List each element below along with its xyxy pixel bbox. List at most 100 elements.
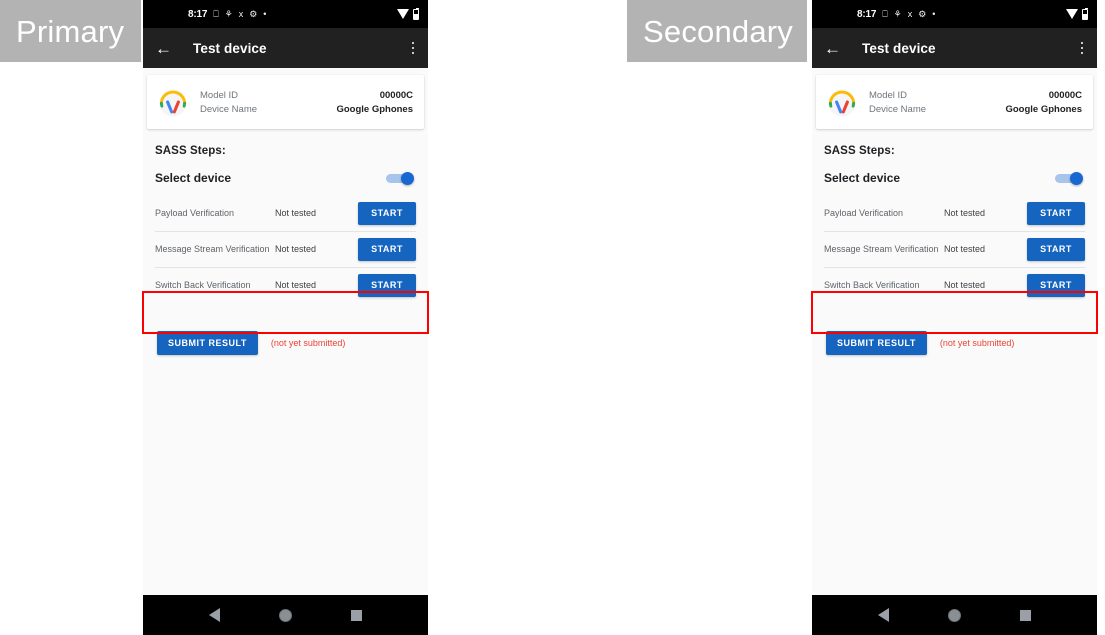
android-nav-bar bbox=[143, 595, 428, 635]
status-bar-right bbox=[397, 7, 419, 20]
step-name: Message Stream Verification bbox=[155, 243, 270, 254]
page-title: Test device bbox=[862, 40, 936, 56]
app-bar: ← Test device bbox=[143, 28, 428, 68]
step-name: Switch Back Verification bbox=[155, 279, 251, 290]
vpn-key-icon: x bbox=[238, 8, 244, 19]
status-bar: 8:17 ⎕ ⚘ x ⚙ • bbox=[143, 0, 428, 28]
select-device-row: Select device bbox=[824, 171, 1083, 185]
select-device-row: Select device bbox=[155, 171, 414, 185]
device-key-device-name: Device Name bbox=[869, 103, 927, 115]
nav-back-icon[interactable] bbox=[208, 608, 220, 622]
wifi-icon bbox=[397, 9, 409, 19]
step-status: Not tested bbox=[944, 208, 986, 218]
start-button-message-stream[interactable]: START bbox=[1027, 237, 1085, 261]
headphones-icon bbox=[159, 89, 187, 117]
headphones-icon bbox=[828, 89, 856, 117]
select-device-toggle[interactable] bbox=[1055, 172, 1083, 185]
nav-recents-icon[interactable] bbox=[351, 609, 363, 621]
table-row: Message Stream Verification Not tested S… bbox=[143, 231, 428, 267]
developer-mode-icon: ⚙ bbox=[249, 8, 258, 19]
phone-screen-primary: 8:17 ⎕ ⚘ x ⚙ • ← Test device Model ID 00… bbox=[143, 0, 428, 635]
submit-status-note: (not yet submitted) bbox=[939, 338, 1015, 348]
device-info-card: Model ID 00000C Device Name Google Gphon… bbox=[147, 75, 424, 129]
start-button-payload[interactable]: START bbox=[1027, 201, 1085, 225]
back-arrow-icon[interactable]: ← bbox=[155, 40, 175, 57]
submit-result-area: SUBMIT RESULT (not yet submitted) bbox=[157, 331, 428, 355]
step-status: Not tested bbox=[944, 244, 986, 254]
status-bar: 8:17 ⎕ ⚘ x ⚙ • bbox=[812, 0, 1097, 28]
device-row-model-id: Model ID 00000C bbox=[200, 88, 413, 102]
device-value-device-name: Google Gphones bbox=[1005, 103, 1082, 115]
status-bar-left: 8:17 ⎕ ⚘ x ⚙ • bbox=[188, 9, 266, 20]
status-bar-left: 8:17 ⎕ ⚘ x ⚙ • bbox=[857, 9, 935, 20]
app-bar: ← Test device bbox=[812, 28, 1097, 68]
wifi-icon bbox=[1066, 9, 1078, 19]
back-arrow-icon[interactable]: ← bbox=[824, 40, 844, 57]
step-name: Switch Back Verification bbox=[824, 279, 920, 290]
device-key-model-id: Model ID bbox=[200, 89, 239, 101]
nav-home-icon[interactable] bbox=[947, 608, 961, 622]
screen-body: Model ID 00000C Device Name Google Gphon… bbox=[143, 68, 428, 595]
start-button-switch-back[interactable]: START bbox=[358, 273, 416, 297]
sass-steps-list: Payload Verification Not tested START Me… bbox=[143, 195, 428, 303]
table-row: Switch Back Verification Not tested STAR… bbox=[812, 267, 1097, 303]
select-device-label: Select device bbox=[824, 171, 901, 185]
status-bar-clock: 8:17 bbox=[857, 8, 877, 20]
table-row: Message Stream Verification Not tested S… bbox=[812, 231, 1097, 267]
page-title: Test device bbox=[193, 40, 267, 56]
phone-screen-secondary: 8:17 ⎕ ⚘ x ⚙ • ← Test device Model ID 00… bbox=[812, 0, 1097, 635]
table-row: Switch Back Verification Not tested STAR… bbox=[143, 267, 428, 303]
dot-icon: • bbox=[263, 8, 267, 19]
table-row: Payload Verification Not tested START bbox=[812, 195, 1097, 231]
developer-mode-icon: ⚙ bbox=[918, 8, 927, 19]
step-status: Not tested bbox=[275, 208, 317, 218]
submit-result-button[interactable]: SUBMIT RESULT bbox=[826, 331, 927, 355]
step-name: Payload Verification bbox=[824, 207, 904, 218]
nav-home-icon[interactable] bbox=[278, 608, 292, 622]
overflow-menu-icon[interactable] bbox=[1079, 38, 1086, 59]
status-bar-clock: 8:17 bbox=[188, 8, 208, 20]
bug-icon: ⚘ bbox=[893, 8, 902, 19]
sim-card-icon: ⎕ bbox=[213, 8, 219, 19]
device-info-rows: Model ID 00000C Device Name Google Gphon… bbox=[869, 88, 1082, 116]
nav-back-icon[interactable] bbox=[877, 608, 889, 622]
device-row-device-name: Device Name Google Gphones bbox=[869, 102, 1082, 116]
screenshot-root: Primary Secondary 8:17 ⎕ ⚘ x ⚙ • ← Test … bbox=[0, 0, 1105, 635]
start-button-switch-back[interactable]: START bbox=[1027, 273, 1085, 297]
toggle-thumb-icon bbox=[401, 172, 414, 185]
vpn-key-icon: x bbox=[907, 8, 913, 19]
step-name: Message Stream Verification bbox=[824, 243, 939, 254]
sass-steps-heading: SASS Steps: bbox=[155, 145, 226, 157]
overflow-menu-icon[interactable] bbox=[410, 38, 417, 59]
sim-card-icon: ⎕ bbox=[882, 8, 888, 19]
device-value-model-id: 00000C bbox=[379, 89, 413, 101]
device-info-rows: Model ID 00000C Device Name Google Gphon… bbox=[200, 88, 413, 116]
toggle-thumb-icon bbox=[1070, 172, 1083, 185]
submit-result-button[interactable]: SUBMIT RESULT bbox=[157, 331, 258, 355]
annotation-secondary: Secondary bbox=[627, 0, 807, 62]
status-bar-right bbox=[1066, 7, 1088, 20]
submit-result-area: SUBMIT RESULT (not yet submitted) bbox=[826, 331, 1097, 355]
start-button-message-stream[interactable]: START bbox=[358, 237, 416, 261]
select-device-toggle[interactable] bbox=[386, 172, 414, 185]
select-device-label: Select device bbox=[155, 171, 232, 185]
device-value-device-name: Google Gphones bbox=[336, 103, 413, 115]
device-value-model-id: 00000C bbox=[1048, 89, 1082, 101]
annotation-primary: Primary bbox=[0, 0, 141, 62]
step-status: Not tested bbox=[275, 244, 317, 254]
start-button-payload[interactable]: START bbox=[358, 201, 416, 225]
sass-steps-list: Payload Verification Not tested START Me… bbox=[812, 195, 1097, 303]
dot-icon: • bbox=[932, 8, 936, 19]
sass-steps-heading: SASS Steps: bbox=[824, 145, 895, 157]
device-row-model-id: Model ID 00000C bbox=[869, 88, 1082, 102]
nav-recents-icon[interactable] bbox=[1020, 609, 1032, 621]
android-nav-bar bbox=[812, 595, 1097, 635]
step-status: Not tested bbox=[944, 280, 986, 290]
battery-icon bbox=[413, 7, 419, 20]
step-name: Payload Verification bbox=[155, 207, 235, 218]
device-key-device-name: Device Name bbox=[200, 103, 258, 115]
bug-icon: ⚘ bbox=[224, 8, 233, 19]
battery-icon bbox=[1082, 7, 1088, 20]
table-row: Payload Verification Not tested START bbox=[143, 195, 428, 231]
device-info-card: Model ID 00000C Device Name Google Gphon… bbox=[816, 75, 1093, 129]
